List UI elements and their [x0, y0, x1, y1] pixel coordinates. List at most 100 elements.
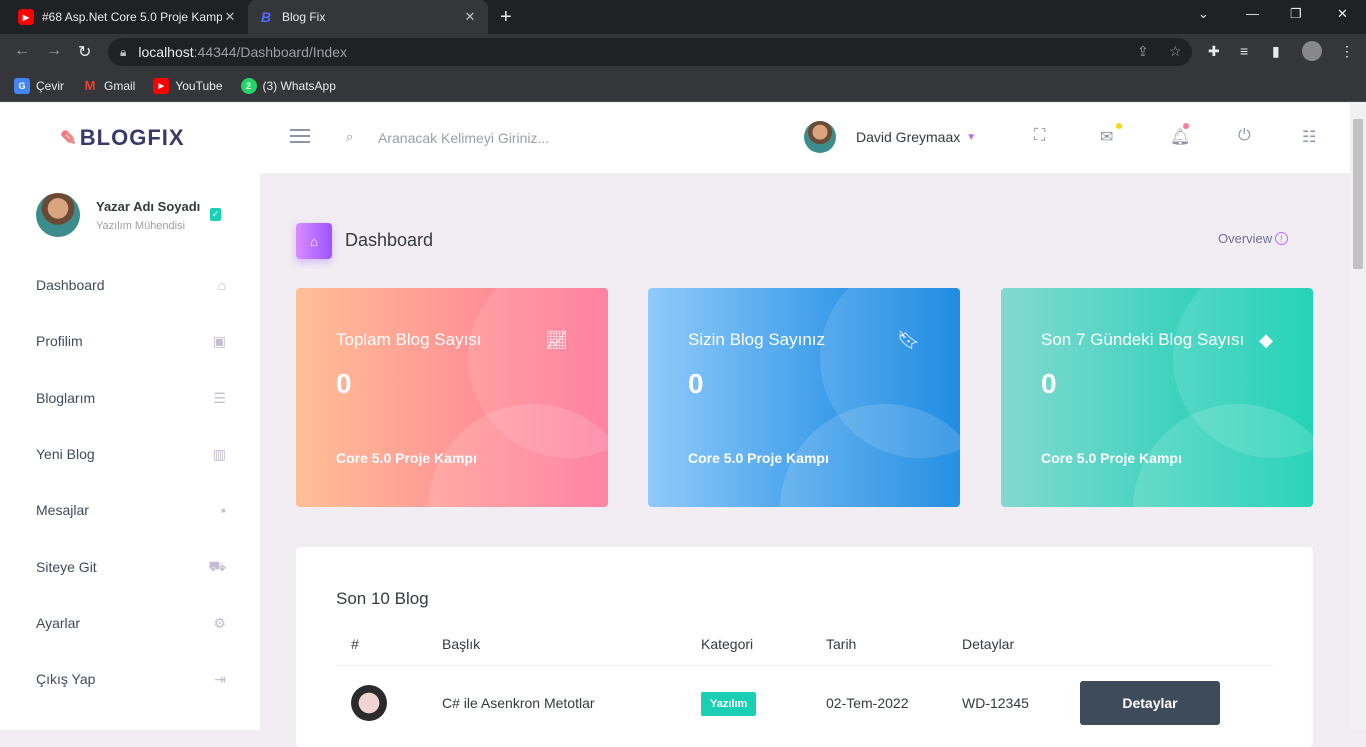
table-title: Son 10 Blog — [336, 589, 429, 608]
app: ✎BLOGFIX Yazar Adı Soyadı Yazılım Mühend… — [0, 103, 1350, 747]
new-tab-button[interactable]: + — [500, 6, 512, 29]
avatar — [36, 193, 80, 237]
topbar-username: David Greymaax — [856, 129, 961, 145]
details-button[interactable]: Detaylar — [1080, 681, 1220, 725]
bookmark-whatsapp[interactable]: 2 (3) WhatsApp — [240, 77, 336, 94]
sidebar-item-siteye-git[interactable]: Siteye Git ⛟ — [36, 552, 226, 582]
column-header: Başlık — [442, 636, 481, 652]
tab-title: #68 Asp.Net Core 5.0 Proje Kamp — [42, 10, 222, 24]
card-footer: Core 5.0 Proje Kampı — [688, 450, 829, 466]
sidebar-item-cikis-yap[interactable]: Çıkış Yap ⇥ — [36, 664, 226, 694]
home-icon: ⌂ — [296, 223, 332, 259]
column-header: Tarih — [826, 636, 857, 652]
share-icon[interactable]: ⇪ — [1137, 43, 1149, 60]
browser-tab-blogfix[interactable]: B Blog Fix ✕ — [248, 0, 488, 34]
sidebar-item-label: Bloglarım — [36, 390, 96, 406]
restore-button[interactable]: ❐ — [1290, 6, 1302, 22]
back-icon[interactable]: ← — [14, 42, 30, 60]
topbar: ⌕ David Greymaax ▼ ⛶ ✉ 🔔︎ ⏻ ☷ — [260, 103, 1350, 173]
gmail-icon: M — [84, 78, 96, 93]
user-menu[interactable]: David Greymaax ▼ — [804, 121, 976, 153]
bookmark-label: Çevir — [36, 78, 65, 93]
profile-avatar-icon[interactable] — [1302, 41, 1322, 61]
page-title: Dashboard — [345, 230, 434, 250]
bookmark-youtube[interactable]: ▶ YouTube — [153, 77, 223, 94]
brand-logo[interactable]: ✎BLOGFIX — [60, 125, 185, 151]
media-icon[interactable]: ≡ — [1240, 43, 1248, 59]
overview-link[interactable]: Overview ! — [1218, 231, 1289, 246]
bookmark-label: Gmail — [104, 78, 136, 93]
list-settings-icon[interactable]: ☷ — [1302, 127, 1316, 147]
stat-card-your-blogs: Sizin Blog Sayınız 🔖︎ 0 Core 5.0 Proje K… — [648, 288, 960, 507]
tab-search-icon[interactable]: ⌄ — [1198, 6, 1209, 22]
logout-icon: ⇥ — [214, 670, 226, 687]
brand-logo-text: BLOGFIX — [79, 125, 185, 150]
sidebar-item-label: Profilim — [36, 333, 83, 349]
sidebar-item-label: Dashboard — [36, 277, 105, 293]
sidebar-item-profilim[interactable]: Profilim ▣ — [36, 326, 226, 356]
profile-name: Yazar Adı Soyadı — [96, 198, 201, 214]
code-cell: WD-12345 — [962, 695, 1029, 711]
bookmarks-bar: G Çevir M Gmail ▶ YouTube 2 (3) WhatsApp — [0, 70, 1366, 102]
power-icon[interactable]: ⏻ — [1238, 127, 1251, 145]
whatsapp-icon: 2 — [240, 77, 257, 94]
translate-icon: G — [14, 77, 30, 94]
card-value: 0 — [688, 368, 704, 399]
sidebar-item-yeni-blog[interactable]: Yeni Blog ▥ — [36, 439, 226, 469]
lock-icon: 🔒︎ — [120, 44, 127, 59]
browser-tab-youtube[interactable]: ▶ #68 Asp.Net Core 5.0 Proje Kamp ✕ — [8, 0, 248, 34]
close-icon[interactable]: ✕ — [462, 9, 478, 25]
bar-chart-icon: ▥ — [212, 445, 226, 462]
side-panel-icon[interactable]: ▮ — [1272, 43, 1280, 60]
forward-icon[interactable]: → — [46, 42, 62, 60]
url-host: localhost — [138, 44, 194, 60]
address-bar[interactable]: 🔒︎ localhost:44344/Dashboard/Index — [108, 38, 1192, 66]
card-title: Sizin Blog Sayınız — [688, 330, 826, 349]
blog-b-icon: B — [260, 9, 272, 25]
mail-notification-dot — [1116, 123, 1122, 129]
sidebar-profile[interactable]: Yazar Adı Soyadı Yazılım Mühendisi — [36, 193, 200, 237]
blog-title-cell: C# ile Asenkron Metotlar — [442, 695, 595, 711]
hamburger-icon[interactable] — [290, 129, 310, 147]
sidebar-item-label: Ayarlar — [36, 615, 81, 631]
minimize-button[interactable]: — — [1246, 6, 1259, 21]
date-cell: 02-Tem-2022 — [826, 695, 909, 711]
bookmark-translate[interactable]: G Çevir — [14, 77, 65, 94]
sidebar-item-bloglarim[interactable]: Bloglarım ☰ — [36, 383, 226, 413]
column-header: # — [351, 636, 359, 652]
sidebar-item-label: Mesajlar — [36, 502, 89, 518]
line-chart-icon: 📈︎ — [545, 330, 568, 350]
fullscreen-icon[interactable]: ⛶ — [1034, 127, 1045, 145]
category-badge: Yazılım — [701, 692, 757, 716]
youtube-icon: ▶ — [153, 77, 170, 94]
bookmark-label: (3) WhatsApp — [262, 78, 336, 93]
stat-card-total-blogs: Toplam Blog Sayısı 📈︎ 0 Core 5.0 Proje K… — [296, 288, 608, 507]
scrollbar-thumb[interactable] — [1353, 119, 1363, 269]
browser-tab-strip: ▶ #68 Asp.Net Core 5.0 Proje Kamp ✕ B Bl… — [0, 0, 1366, 34]
profile-role: Yazılım Mühendisi — [96, 219, 186, 232]
reload-icon[interactable]: ↻ — [78, 42, 91, 62]
kebab-menu-icon[interactable]: ⋮ — [1340, 43, 1354, 60]
browser-toolbar: ← → ↻ 🔒︎ localhost:44344/Dashboard/Index… — [0, 34, 1366, 70]
close-window-button[interactable]: ✕ — [1337, 6, 1348, 22]
star-icon[interactable]: ☆ — [1169, 43, 1182, 60]
overview-label: Overview — [1218, 231, 1273, 246]
bookmark-gmail[interactable]: M Gmail — [82, 78, 136, 94]
card-value: 0 — [336, 368, 352, 399]
diamond-icon: ◆ — [1259, 330, 1273, 350]
bell-icon[interactable]: 🔔︎ — [1170, 127, 1190, 147]
mail-icon[interactable]: ✉ — [1100, 127, 1113, 147]
close-icon[interactable]: ✕ — [222, 9, 238, 25]
scrollbar[interactable] — [1350, 103, 1366, 730]
extensions-icon[interactable]: ✚ — [1208, 43, 1220, 60]
card-title: Son 7 Gündeki Blog Sayısı — [1041, 330, 1245, 349]
verified-icon: ✓ — [210, 208, 221, 221]
card-value: 0 — [1041, 368, 1057, 399]
sidebar-item-mesajlar[interactable]: Mesajlar ▪ — [36, 495, 226, 525]
search-input[interactable] — [378, 125, 678, 151]
sidebar-item-ayarlar[interactable]: Ayarlar ⚙ — [36, 608, 226, 638]
message-icon: ▪ — [221, 502, 226, 518]
sidebar-item-dashboard[interactable]: Dashboard ⌂ — [36, 270, 226, 300]
search-icon: ⌕ — [346, 129, 354, 144]
list-icon: ☰ — [213, 389, 226, 406]
